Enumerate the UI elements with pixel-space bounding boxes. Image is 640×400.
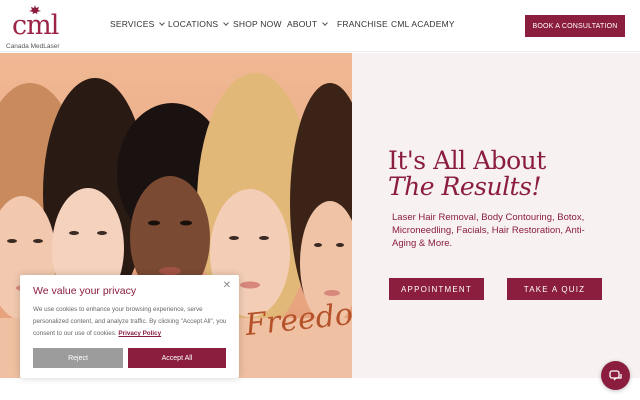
hero-description: Laser Hair Removal, Body Contouring, Bot… <box>392 212 585 249</box>
reject-button[interactable]: Reject <box>33 348 123 368</box>
logo-mark: cml <box>12 10 59 41</box>
chat-button[interactable] <box>601 361 630 390</box>
page-bottom <box>0 378 640 400</box>
hero-title-line2: The Results! <box>388 172 541 201</box>
book-consultation-button[interactable]: BOOK A CONSULTATION <box>525 15 625 37</box>
nav-item-services[interactable]: SERVICES <box>110 19 166 29</box>
nav-item-label: CML ACADEMY <box>391 19 455 29</box>
close-icon[interactable]: ✕ <box>223 280 231 291</box>
site-header: cml Canada MedLaser SERVICES LOCATIONS S… <box>0 0 640 52</box>
nav-item-shop-now[interactable]: SHOP NOW <box>233 19 282 29</box>
chat-bubble-icon <box>608 369 622 380</box>
cookie-title: We value your privacy <box>33 285 137 297</box>
take-a-quiz-button[interactable]: TAKE A QUIZ <box>507 278 602 300</box>
chevron-down-icon <box>322 19 329 26</box>
nav-item-locations[interactable]: LOCATIONS <box>168 19 230 29</box>
nav-item-label: SERVICES <box>110 19 155 29</box>
nav-item-about[interactable]: ABOUT <box>287 19 329 29</box>
logo[interactable]: cml Canada MedLaser <box>6 5 62 50</box>
nav-item-franchise[interactable]: FRANCHISE <box>337 19 388 29</box>
hero-title-line1: It's All About <box>388 146 546 175</box>
logo-text: Canada MedLaser <box>6 43 60 50</box>
cookie-banner: ✕ We value your privacy We use cookies t… <box>20 275 239 378</box>
nav-item-cml-academy[interactable]: CML ACADEMY <box>391 19 455 29</box>
hero-content: It's All About The Results! Laser Hair R… <box>352 53 640 378</box>
privacy-policy-link[interactable]: Privacy Policy <box>118 330 161 337</box>
nav-item-label: LOCATIONS <box>168 19 219 29</box>
chevron-down-icon <box>159 19 166 26</box>
cookie-body: We use cookies to enhance your browsing … <box>33 304 229 340</box>
appointment-button[interactable]: APPOINTMENT <box>389 278 484 300</box>
nav-item-label: SHOP NOW <box>233 19 282 29</box>
accept-all-button[interactable]: Accept All <box>128 348 226 368</box>
nav-item-label: FRANCHISE <box>337 19 388 29</box>
nav-item-label: ABOUT <box>287 19 318 29</box>
chevron-down-icon <box>223 19 230 26</box>
